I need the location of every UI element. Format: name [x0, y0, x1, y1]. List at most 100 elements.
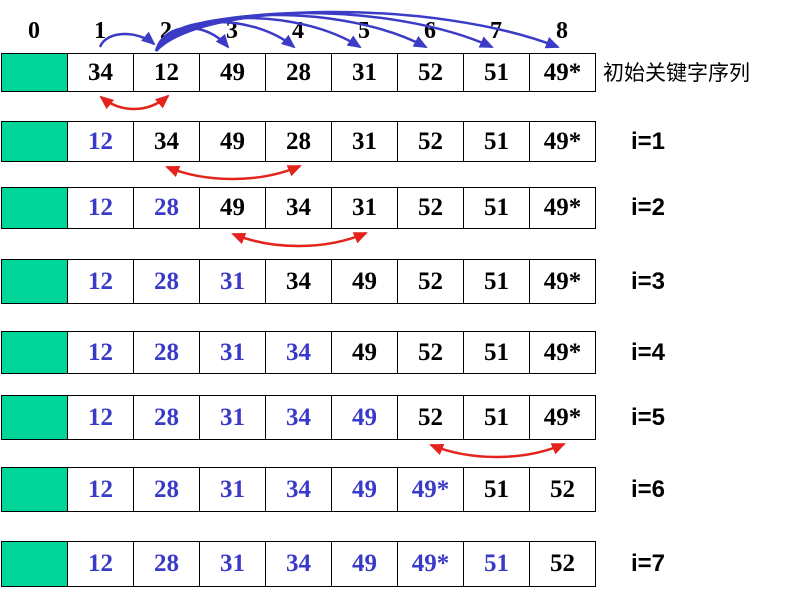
index-label-8: 8 [556, 18, 568, 44]
key-cell: 49* [543, 127, 582, 155]
key-cell-sorted: 12 [68, 260, 134, 303]
key-cell: 51 [464, 54, 530, 91]
key-cell: 52 [398, 188, 464, 228]
key-cell: 51 [464, 396, 530, 439]
sequence-row-pass-2: 12 28 49 34 31 52 51 49* [1, 187, 596, 229]
key-cell-sorted: 49 [332, 468, 398, 511]
key-cell: 28 [266, 122, 332, 161]
swap-arrow [99, 94, 170, 111]
key-cell: 51 [464, 468, 530, 511]
sentinel-cell [2, 122, 68, 161]
row-label-pass: i=5 [631, 403, 666, 431]
swap-arrow [231, 231, 368, 248]
key-cell: 51 [464, 188, 530, 228]
key-cell: 52 [398, 396, 464, 439]
key-cell: 52 [398, 332, 464, 373]
key-cell-sorted: 49 [332, 396, 398, 439]
key-cell-sorted: 49* [398, 542, 464, 586]
key-cell: 51 [464, 332, 530, 373]
key-cell: 31 [332, 188, 398, 228]
key-cell-sorted: 31 [200, 396, 266, 439]
sequence-row-pass-1: 12 34 49 28 31 52 51 49* [1, 121, 596, 162]
swap-arrow [165, 164, 302, 181]
index-label-5: 5 [358, 18, 370, 44]
key-cell-sorted: 28 [134, 260, 200, 303]
sentinel-cell [2, 542, 68, 586]
key-cell-sorted: 31 [200, 542, 266, 586]
sentinel-cell [2, 468, 68, 511]
key-cell: 49* [543, 403, 582, 431]
sequence-row-pass-5: 12 28 31 34 49 52 51 49* [1, 395, 596, 440]
key-cell-sorted: 12 [68, 188, 134, 228]
sentinel-cell [2, 396, 68, 439]
key-cell: 49* [543, 194, 582, 221]
key-cell: 49* [543, 338, 582, 366]
index-label-2: 2 [160, 18, 172, 44]
key-cell: 52 [550, 475, 575, 503]
key-cell-sorted: 34 [266, 542, 332, 586]
sequence-row-pass-7: 12 28 31 34 49 49* 51 52 [1, 541, 596, 587]
sequence-row-pass-4: 12 28 31 34 49 52 51 49* [1, 331, 596, 374]
key-cell: 49* [543, 58, 582, 86]
row-label-pass: i=7 [631, 550, 666, 577]
selection-sort-diagram: 012345678 34 12 49 28 31 52 51 49* 初始关键字序列 12 34 49… [0, 0, 808, 601]
key-cell: 52 [398, 54, 464, 91]
key-cell-sorted: 28 [134, 396, 200, 439]
key-cell: 49 [200, 188, 266, 228]
key-cell-sorted: 31 [200, 332, 266, 373]
index-label-6: 6 [424, 18, 436, 44]
key-cell: 49 [200, 54, 266, 91]
swap-arrow [429, 442, 566, 459]
sequence-row-pass-6: 12 28 31 34 49 49* 51 52 [1, 467, 596, 512]
sequence-row-initial: 34 12 49 28 31 52 51 49* [1, 53, 596, 92]
index-label-1: 1 [94, 18, 106, 44]
key-cell-sorted: 12 [68, 396, 134, 439]
key-cell: 31 [332, 122, 398, 161]
index-label-7: 7 [490, 18, 502, 44]
key-cell: 12 [134, 54, 200, 91]
key-cell: 49 [200, 122, 266, 161]
key-cell-sorted: 31 [200, 260, 266, 303]
key-cell: 49 [332, 260, 398, 303]
sentinel-cell [2, 260, 68, 303]
key-cell: 31 [332, 54, 398, 91]
key-cell-sorted: 12 [68, 332, 134, 373]
key-cell: 34 [266, 260, 332, 303]
index-label-0: 0 [28, 18, 40, 44]
key-cell-sorted: 49* [398, 468, 464, 511]
key-cell-sorted: 28 [134, 468, 200, 511]
index-label-3: 3 [226, 18, 238, 44]
index-label-4: 4 [292, 18, 304, 44]
key-cell-sorted: 49 [332, 542, 398, 586]
key-cell: 52 [398, 260, 464, 303]
key-cell: 52 [550, 550, 575, 577]
key-cell-sorted: 34 [266, 332, 332, 373]
key-cell: 49 [332, 332, 398, 373]
key-cell-sorted: 28 [134, 188, 200, 228]
key-cell-sorted: 51 [464, 542, 530, 586]
key-cell: 51 [464, 122, 530, 161]
key-cell-sorted: 31 [200, 468, 266, 511]
key-cell: 49* [543, 267, 582, 295]
key-cell: 34 [68, 54, 134, 91]
row-label-pass: i=6 [631, 475, 666, 503]
key-cell-sorted: 28 [134, 332, 200, 373]
key-cell: 28 [266, 54, 332, 91]
row-label-pass: i=1 [631, 127, 666, 155]
key-cell-sorted: 28 [134, 542, 200, 586]
key-cell: 34 [266, 188, 332, 228]
key-cell-sorted: 12 [68, 542, 134, 586]
row-label-pass: i=3 [631, 267, 666, 295]
sentinel-cell [2, 188, 68, 228]
sentinel-cell [2, 54, 68, 91]
key-cell-sorted: 12 [68, 468, 134, 511]
key-cell-sorted: 12 [68, 122, 134, 161]
key-cell: 52 [398, 122, 464, 161]
key-cell-sorted: 34 [266, 468, 332, 511]
sentinel-cell [2, 332, 68, 373]
key-cell: 51 [464, 260, 530, 303]
key-cell-sorted: 34 [266, 396, 332, 439]
key-cell: 34 [134, 122, 200, 161]
row-label-pass: i=2 [631, 194, 666, 221]
row-label-initial: 初始关键字序列 [603, 60, 750, 85]
